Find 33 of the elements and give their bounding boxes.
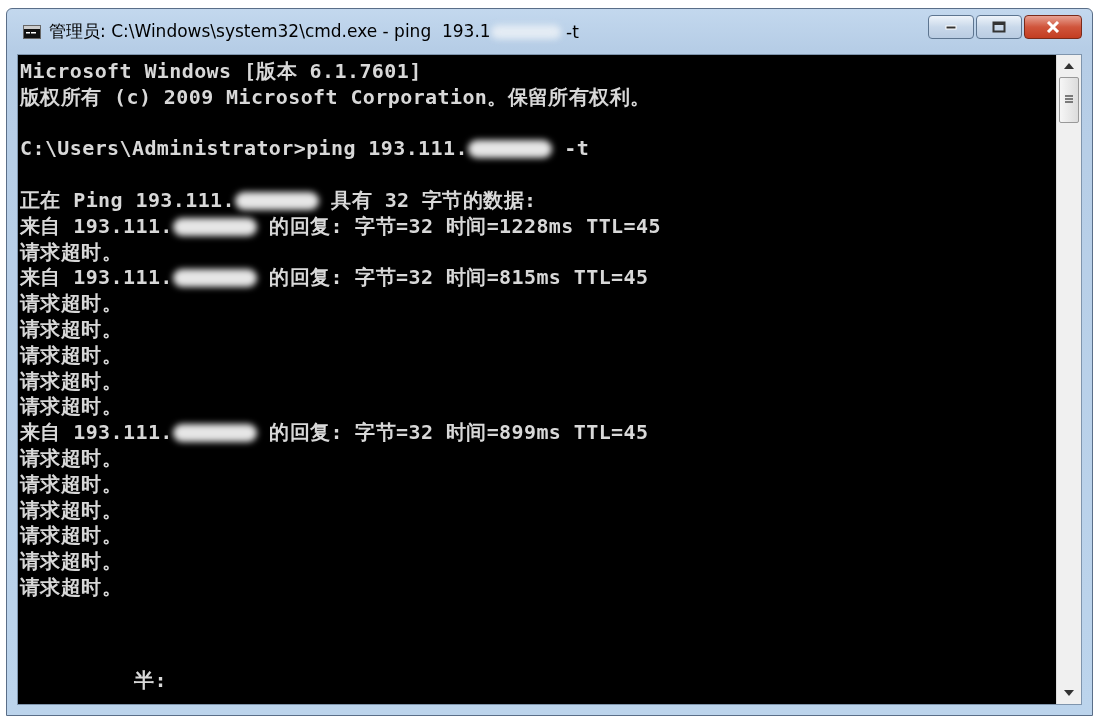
minimize-icon [945, 24, 957, 30]
scroll-up-icon[interactable] [1064, 63, 1074, 69]
scroll-down-icon[interactable] [1064, 690, 1074, 696]
grip-icon [1065, 95, 1073, 105]
console-line: Microsoft Windows [版本 6.1.7601] [20, 59, 423, 85]
maximize-icon [992, 21, 1006, 33]
console-line: 请求超时。 [20, 316, 123, 343]
minimize-button[interactable] [928, 15, 974, 39]
console-line: 请求超时。 [20, 445, 123, 472]
console-line: 来自 193.111. 的回复: 字节=32 时间=1228ms TTL=45 [20, 213, 662, 240]
console-line: 请求超时。 [20, 239, 123, 266]
console-line: C:\Users\Administrator>ping 193.111. -t [20, 136, 591, 163]
console-line: 请求超时。 [20, 574, 123, 601]
scroll-thumb[interactable] [1059, 77, 1079, 123]
maximize-button[interactable] [976, 15, 1022, 39]
console-line: 来自 193.111. 的回复: 字节=32 时间=815ms TTL=45 [20, 265, 650, 292]
console-line: 请求超时。 [20, 394, 123, 421]
ime-status: 半: [134, 668, 167, 692]
console-icon [23, 24, 41, 39]
console-line: 版权所有 (c) 2009 Microsoft Corporation。保留所有权利。 [20, 84, 652, 111]
console-line: 请求超时。 [20, 471, 123, 498]
console-line: 请求超时。 [20, 368, 123, 395]
console-line: 请求超时。 [20, 497, 123, 524]
console-line: 请求超时。 [20, 342, 123, 369]
console-line: 正在 Ping 193.111. 具有 32 字节的数据: [20, 188, 538, 214]
console-line: 请求超时。 [20, 291, 123, 317]
vertical-scrollbar[interactable] [1056, 55, 1081, 704]
console-line: 请求超时。 [20, 523, 123, 550]
close-icon [1045, 21, 1061, 33]
close-button[interactable] [1024, 15, 1082, 39]
console-line: 请求超时。 [20, 549, 123, 575]
console-line: 来自 193.111. 的回复: 字节=32 时间=899ms TTL=45 [20, 420, 650, 446]
window-title: 管理员: C:\Windows\system32\cmd.exe - ping 193.1 -t [49, 20, 579, 43]
